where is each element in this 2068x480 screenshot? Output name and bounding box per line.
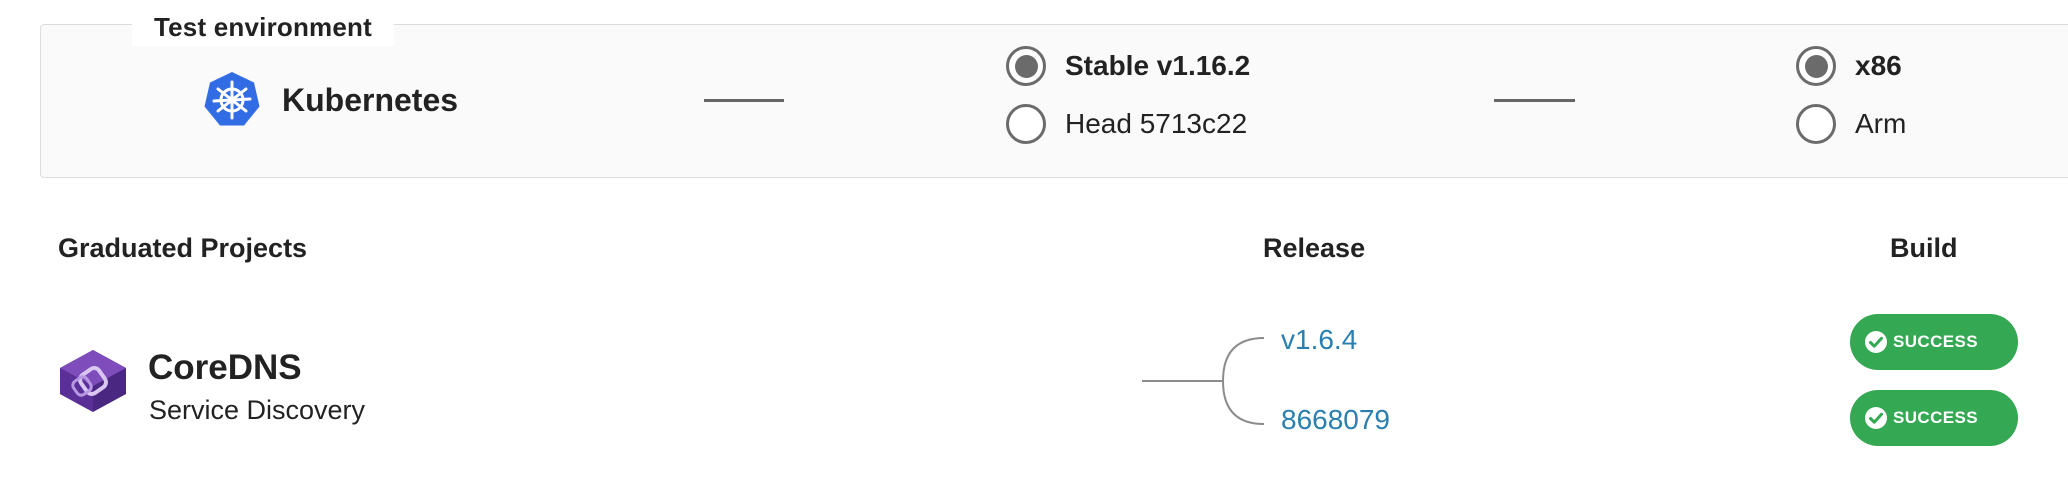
platform-version-connector bbox=[704, 99, 784, 102]
build-status-label: SUCCESS bbox=[1893, 332, 1978, 351]
build-status-label: SUCCESS bbox=[1893, 408, 1978, 427]
version-option-stable[interactable]: Stable v1.16.2 bbox=[1006, 46, 1250, 86]
project-category: Service Discovery bbox=[149, 395, 366, 425]
release-link-head[interactable]: 8668079 bbox=[1281, 404, 1390, 436]
version-stable-label: Stable v1.16.2 bbox=[1065, 50, 1251, 81]
version-arch-connector bbox=[1494, 99, 1575, 102]
check-circle-icon bbox=[1865, 331, 1887, 353]
check-circle-icon bbox=[1865, 407, 1887, 429]
release-branch-connector bbox=[1142, 337, 1265, 425]
build-status-badge[interactable]: SUCCESS bbox=[1850, 390, 2018, 446]
arch-x86-label: x86 bbox=[1855, 50, 1902, 81]
radio-checked-icon[interactable] bbox=[1006, 46, 1046, 86]
kubernetes-helm-icon bbox=[204, 72, 260, 126]
release-link-stable[interactable]: v1.6.4 bbox=[1281, 324, 1357, 356]
architecture-radio-group: x86 Arm bbox=[1796, 46, 1906, 144]
test-environment-legend: Test environment bbox=[132, 8, 394, 46]
radio-unchecked-icon[interactable] bbox=[1006, 104, 1046, 144]
version-head-label: Head 5713c22 bbox=[1065, 108, 1248, 139]
version-option-head[interactable]: Head 5713c22 bbox=[1006, 104, 1250, 144]
build-header: Build bbox=[1890, 233, 1958, 263]
radio-unchecked-icon[interactable] bbox=[1796, 104, 1836, 144]
arch-arm-label: Arm bbox=[1855, 108, 1907, 139]
arch-option-x86[interactable]: x86 bbox=[1796, 46, 1906, 86]
coredns-logo bbox=[60, 350, 126, 412]
radio-checked-icon[interactable] bbox=[1796, 46, 1836, 86]
graduated-projects-header: Graduated Projects bbox=[58, 233, 308, 263]
build-status-badge[interactable]: SUCCESS bbox=[1850, 314, 2018, 370]
project-name: CoreDNS bbox=[148, 348, 302, 387]
arch-option-arm[interactable]: Arm bbox=[1796, 104, 1906, 144]
kubernetes-label: Kubernetes bbox=[282, 81, 459, 118]
release-header: Release bbox=[1263, 233, 1366, 263]
kubernetes-platform: Kubernetes bbox=[202, 70, 458, 130]
version-radio-group: Stable v1.16.2 Head 5713c22 bbox=[1006, 46, 1250, 144]
